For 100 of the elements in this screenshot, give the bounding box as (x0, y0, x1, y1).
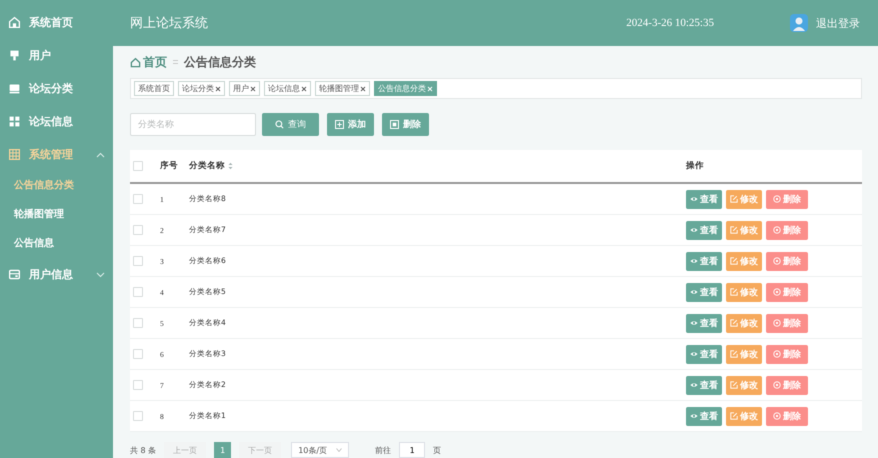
circle-close-icon (773, 381, 781, 389)
view-button[interactable]: 查看 (686, 190, 722, 208)
edit-icon (730, 381, 738, 389)
column-header: 分类名称 (189, 160, 225, 172)
menu-item-icon (8, 115, 21, 128)
eye-icon (690, 381, 698, 389)
logout-link[interactable]: 退出登录 (816, 16, 860, 30)
view-button[interactable]: 查看 (686, 344, 722, 364)
eye-icon (690, 319, 698, 327)
close-icon[interactable] (301, 86, 307, 92)
tab[interactable]: 轮播图管理 (315, 81, 370, 96)
sidebar-item[interactable]: 系统管理 (0, 138, 113, 171)
sort-icon[interactable] (228, 162, 233, 170)
eye-icon (690, 412, 698, 420)
circle-close-icon (773, 195, 781, 203)
edit-button[interactable]: 修改 (726, 282, 762, 302)
plus-square-icon (335, 120, 344, 129)
sidebar-item[interactable]: 论坛分类 (0, 72, 113, 105)
eye-icon (690, 226, 698, 234)
checkbox[interactable] (133, 225, 143, 235)
circle-close-icon (773, 257, 781, 265)
close-icon[interactable] (360, 86, 366, 92)
circle-close-icon (773, 412, 781, 420)
view-button[interactable]: 查看 (686, 252, 722, 270)
checkbox[interactable] (133, 287, 143, 297)
avatar[interactable] (790, 14, 808, 32)
tab[interactable]: 论坛分类 (178, 81, 225, 96)
submenu-item[interactable]: 公告信息 (0, 229, 113, 258)
menu-item-icon (8, 148, 21, 161)
edit-button[interactable]: 修改 (726, 376, 762, 394)
tab[interactable]: 公告信息分类 (374, 81, 437, 96)
view-button[interactable]: 查看 (686, 282, 722, 302)
edit-button[interactable]: 修改 (726, 314, 762, 332)
chevron-down-icon (336, 448, 342, 452)
sidebar-item[interactable]: 用户 (0, 39, 113, 72)
page-suffix: 页 (433, 444, 442, 456)
checkbox[interactable] (133, 349, 143, 359)
checkbox[interactable] (133, 194, 143, 204)
menu-item-icon (8, 49, 21, 62)
menu-item-icon (8, 268, 21, 281)
search-button[interactable]: 查询 (262, 113, 319, 136)
chevron-up-icon (96, 152, 105, 158)
delete-button[interactable]: 删除 (766, 344, 808, 364)
delete-button[interactable]: 删除 (766, 252, 808, 270)
eye-icon (690, 195, 698, 203)
tab[interactable]: 论坛信息 (264, 81, 311, 96)
page-size-select[interactable]: 10条/页 (291, 442, 350, 458)
edit-button[interactable]: 修改 (726, 252, 762, 270)
edit-button[interactable]: 修改 (726, 406, 762, 426)
view-button[interactable]: 查看 (686, 314, 722, 332)
delete-button[interactable]: 删除 (382, 113, 429, 136)
app-title: 网上论坛系统 (130, 15, 209, 32)
goto-label: 前往 (375, 444, 392, 456)
minus-square-icon (390, 120, 399, 129)
chevron-down-icon (96, 272, 105, 278)
separator-icon (173, 59, 178, 65)
search-field[interactable]: 分类名称 (130, 113, 256, 136)
checkbox[interactable] (133, 256, 143, 266)
page-input[interactable]: 1 (399, 442, 426, 458)
checkbox[interactable] (133, 161, 143, 171)
close-icon[interactable] (215, 86, 221, 92)
home-icon (130, 56, 141, 68)
circle-close-icon (773, 319, 781, 327)
edit-button[interactable]: 修改 (726, 220, 762, 240)
submenu-item[interactable]: 公告信息分类 (0, 171, 113, 200)
menu-item-icon (8, 16, 21, 29)
tab[interactable]: 用户 (229, 81, 260, 96)
checkbox[interactable] (133, 318, 143, 328)
checkbox[interactable] (133, 380, 143, 390)
add-button[interactable]: 添加 (327, 113, 374, 136)
breadcrumb-home-link[interactable]: 首页 (130, 54, 167, 70)
eye-icon (690, 288, 698, 296)
delete-button[interactable]: 删除 (766, 220, 808, 240)
circle-close-icon (773, 226, 781, 234)
delete-button[interactable]: 删除 (766, 190, 808, 208)
edit-icon (730, 226, 738, 234)
tab[interactable]: 系统首页 (134, 81, 174, 96)
page-button[interactable]: 1 (214, 442, 232, 458)
edit-icon (730, 350, 738, 358)
view-button[interactable]: 查看 (686, 376, 722, 394)
edit-button[interactable]: 修改 (726, 190, 762, 208)
close-icon[interactable] (250, 86, 256, 92)
submenu-item[interactable]: 轮播图管理 (0, 200, 113, 229)
checkbox[interactable] (133, 411, 143, 421)
delete-button[interactable]: 删除 (766, 376, 808, 394)
view-button[interactable]: 查看 (686, 220, 722, 240)
sidebar-item[interactable]: 系统首页 (0, 6, 113, 39)
edit-icon (730, 412, 738, 420)
delete-button[interactable]: 删除 (766, 406, 808, 426)
column-header: 操作 (686, 160, 704, 172)
sidebar-item[interactable]: 论坛信息 (0, 105, 113, 138)
delete-button[interactable]: 删除 (766, 314, 808, 332)
edit-button[interactable]: 修改 (726, 344, 762, 364)
datetime: 2024-3-26 10:25:35 (626, 17, 714, 29)
total-count: 共 8 条 (130, 444, 156, 456)
sidebar-item[interactable]: 用户信息 (0, 258, 113, 291)
delete-button[interactable]: 删除 (766, 282, 808, 302)
view-button[interactable]: 查看 (686, 406, 722, 426)
circle-close-icon (773, 350, 781, 358)
eye-icon (690, 350, 698, 358)
